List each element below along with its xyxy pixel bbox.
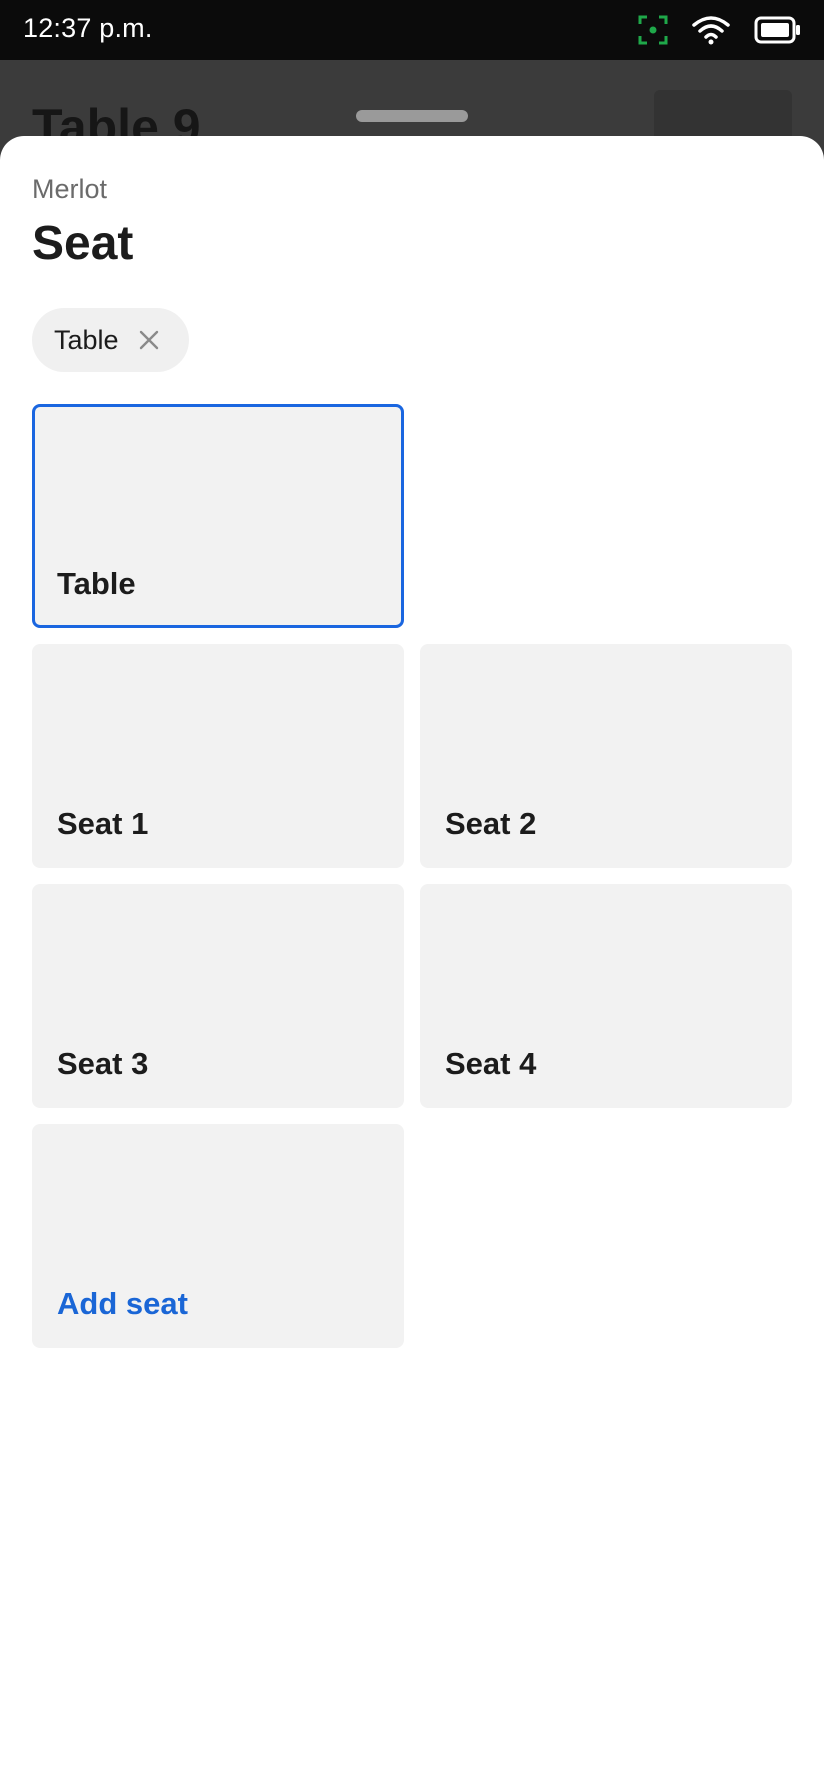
tile-label: Seat 3 bbox=[57, 1046, 149, 1081]
tile-label: Seat 4 bbox=[445, 1046, 537, 1081]
tile-seat-1[interactable]: Seat 1 bbox=[32, 644, 404, 868]
sheet-title: Seat bbox=[32, 217, 134, 270]
add-seat-label: Add seat bbox=[57, 1286, 188, 1321]
drag-handle[interactable] bbox=[356, 110, 468, 122]
tile-seat-4[interactable]: Seat 4 bbox=[420, 884, 792, 1108]
tile-label: Seat 1 bbox=[57, 806, 149, 841]
status-icons bbox=[638, 12, 802, 48]
add-seat-button[interactable]: Add seat bbox=[32, 1124, 404, 1348]
tile-seat-2[interactable]: Seat 2 bbox=[420, 644, 792, 868]
tile-label: Seat 2 bbox=[445, 806, 537, 841]
status-bar: 12:37 p.m. bbox=[0, 0, 824, 60]
tile-label: Table bbox=[57, 566, 136, 601]
seat-picker-sheet: Merlot Seat Table Table Seat 1 Seat 2 Se… bbox=[0, 136, 824, 1784]
table-filter-chip[interactable]: Table bbox=[32, 308, 189, 372]
wifi-icon bbox=[692, 15, 730, 45]
tile-table[interactable]: Table bbox=[32, 404, 404, 628]
close-icon[interactable] bbox=[139, 330, 159, 350]
sheet-subtitle: Merlot bbox=[32, 174, 108, 204]
battery-icon bbox=[754, 16, 802, 44]
tile-seat-3[interactable]: Seat 3 bbox=[32, 884, 404, 1108]
screen-record-icon bbox=[638, 15, 668, 45]
filter-chip-label: Table bbox=[54, 324, 119, 355]
status-time: 12:37 p.m. bbox=[23, 13, 153, 43]
